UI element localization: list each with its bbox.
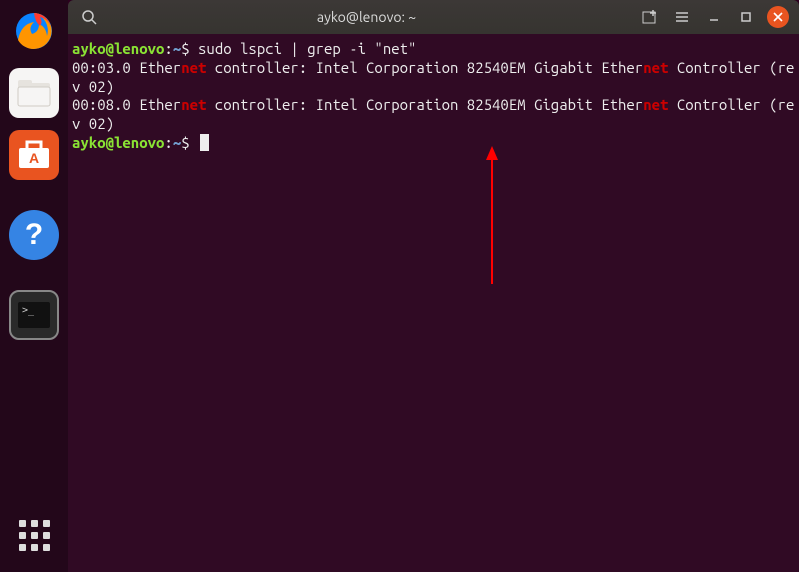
prompt-user: ayko@lenovo (72, 134, 164, 151)
prompt-sep: : (164, 40, 172, 57)
dock-files[interactable] (9, 68, 59, 118)
search-button[interactable] (76, 4, 102, 30)
prompt-dollar: $ (181, 134, 189, 151)
new-tab-button[interactable] (637, 4, 663, 30)
dock-terminal[interactable]: >_ (9, 290, 59, 340)
files-icon (17, 79, 51, 107)
output-line: controller: Intel Corporation 82540EM Gi… (206, 59, 643, 76)
grep-match: net (643, 96, 668, 113)
grep-match: net (181, 96, 206, 113)
close-icon (773, 12, 783, 22)
software-icon: A (17, 140, 51, 170)
new-tab-icon (642, 9, 658, 25)
command-text: sudo lspci | grep -i "net" (198, 40, 416, 57)
dock-help[interactable]: ? (9, 210, 59, 260)
hamburger-icon (674, 9, 690, 25)
close-button[interactable] (765, 4, 791, 30)
minimize-icon (707, 10, 721, 24)
cursor (200, 134, 209, 151)
dock: A ? >_ (0, 0, 68, 572)
window-title: ayko@lenovo: ~ (102, 9, 631, 25)
dock-firefox[interactable] (9, 6, 59, 56)
terminal-window: ayko@lenovo: ~ (68, 0, 799, 572)
help-icon: ? (25, 218, 43, 252)
grep-match: net (181, 59, 206, 76)
search-icon (81, 9, 97, 25)
prompt-dollar: $ (181, 40, 189, 57)
output-line: 00:03.0 Ether (72, 59, 181, 76)
maximize-icon (739, 10, 753, 24)
minimize-button[interactable] (701, 4, 727, 30)
output-line: 00:08.0 Ether (72, 96, 181, 113)
terminal-icon: >_ (14, 298, 54, 332)
dock-apps[interactable] (9, 510, 59, 560)
prompt-sep: : (164, 134, 172, 151)
svg-text:>_: >_ (22, 305, 35, 316)
terminal-body[interactable]: ayko@lenovo:~$ sudo lspci | grep -i "net… (68, 34, 799, 572)
annotation-arrow (485, 146, 499, 286)
dock-software[interactable]: A (9, 130, 59, 180)
titlebar[interactable]: ayko@lenovo: ~ (68, 0, 799, 34)
prompt-path: ~ (173, 134, 181, 151)
grep-match: net (643, 59, 668, 76)
output-line: controller: Intel Corporation 82540EM Gi… (206, 96, 643, 113)
maximize-button[interactable] (733, 4, 759, 30)
prompt-user: ayko@lenovo (72, 40, 164, 57)
prompt-path: ~ (173, 40, 181, 57)
firefox-icon (13, 10, 55, 52)
menu-button[interactable] (669, 4, 695, 30)
svg-text:A: A (29, 150, 39, 166)
